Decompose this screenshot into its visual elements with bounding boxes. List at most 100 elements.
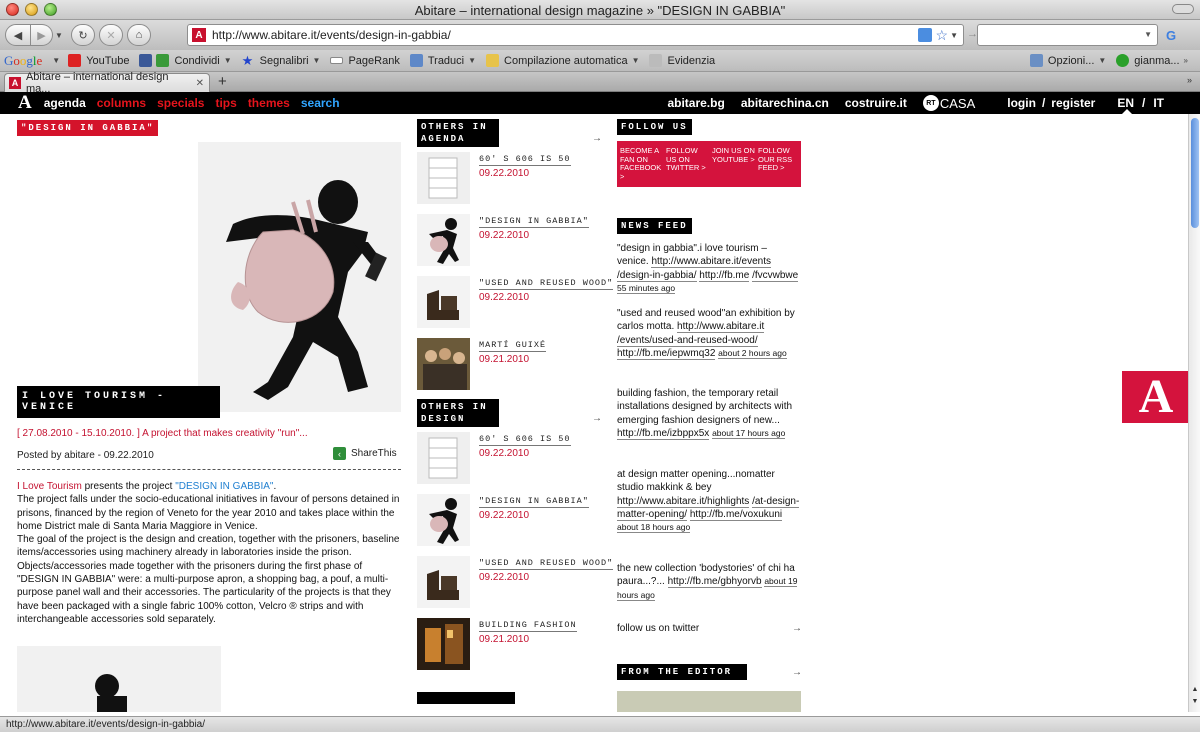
abitare-side-logo[interactable]: A [1122, 371, 1190, 423]
feed-link[interactable]: http://fb.me/iepwmq32 [617, 347, 716, 360]
nav-search[interactable]: search [301, 96, 340, 110]
related-title[interactable]: "USED AND REUSED WOOD" [479, 558, 614, 570]
related-thumbnail[interactable] [417, 338, 470, 390]
scroll-down-icon[interactable]: ▼ [1189, 698, 1200, 710]
related-item[interactable]: "DESIGN IN GABBIA" 09.22.2010 [417, 214, 597, 266]
lang-en[interactable]: EN [1117, 96, 1134, 110]
forward-button[interactable]: ▶ [31, 24, 53, 46]
arrow-right-icon[interactable]: → [592, 133, 602, 144]
youtube-follow-link[interactable]: JOIN US ON YOUTUBE > [712, 146, 756, 164]
feed-timestamp[interactable]: about 18 hours ago [617, 522, 691, 534]
follow-twitter-link[interactable]: follow us on twitter [617, 623, 699, 634]
google-logo[interactable]: Google [4, 53, 42, 69]
related-title[interactable]: 60' S 606 IS 50 [479, 154, 571, 166]
address-bar[interactable]: A http://www.abitare.it/events/design-in… [187, 24, 964, 46]
vertical-scrollbar[interactable]: ▲ ▼ [1188, 114, 1200, 712]
related-title[interactable]: MARTÍ GUIXÉ [479, 340, 547, 352]
account-menu[interactable]: gianma...» [1116, 54, 1188, 67]
design-in-gabbia-link[interactable]: "DESIGN IN GABBIA" [175, 481, 273, 492]
feed-timestamp[interactable]: 55 minutes ago [617, 282, 676, 294]
scroll-up-icon[interactable]: ▲ [1189, 686, 1200, 698]
bookmark-compilazione[interactable]: Compilazione automatica ▼ [486, 54, 639, 67]
google-search-dropdown-icon[interactable]: ▼ [52, 56, 60, 65]
abitare-logo[interactable]: A [18, 93, 32, 113]
tab-abitare[interactable]: A Abitare – international design ma... ✕ [4, 71, 210, 95]
arrow-right-icon[interactable]: → [792, 667, 802, 678]
twitter-follow-link[interactable]: FOLLOW US ON TWITTER > [666, 146, 710, 173]
link-rtcasa[interactable]: RT CASA [922, 95, 975, 111]
i-love-tourism-link[interactable]: I Love Tourism [17, 481, 82, 492]
bookmark-segnalibri[interactable]: ★ Segnalibri ▼ [242, 54, 321, 67]
related-item[interactable]: 60' S 606 IS 50 09.22.2010 [417, 152, 597, 204]
arrow-right-icon[interactable]: → [792, 623, 802, 634]
related-item[interactable]: "DESIGN IN GABBIA" 09.22.2010 [417, 494, 597, 546]
related-thumbnail[interactable] [417, 152, 470, 204]
related-thumbnail[interactable] [417, 276, 470, 328]
bookmark-traduci[interactable]: Traduci ▼ [409, 54, 476, 67]
link-costruire[interactable]: costruire.it [845, 96, 907, 110]
related-thumbnail[interactable] [417, 432, 470, 484]
bookmark-youtube[interactable]: YouTube [68, 54, 129, 67]
scrollbar-thumb[interactable] [1191, 118, 1199, 228]
feed-timestamp[interactable]: about 17 hours ago [712, 427, 786, 439]
feed-link[interactable]: http://fb.me/gbhyorvb [667, 576, 762, 589]
history-dropdown-icon[interactable]: ▼ [55, 31, 63, 40]
feed-link[interactable]: /design-in-gabbia/ [617, 269, 697, 282]
related-item[interactable]: BUILDING FASHION 09.21.2010 [417, 618, 597, 670]
login-link[interactable]: login [1007, 96, 1036, 110]
related-title[interactable]: "USED AND REUSED WOOD" [479, 278, 614, 290]
bookmark-star-icon[interactable]: ☆ [936, 27, 949, 44]
lang-it[interactable]: IT [1153, 96, 1164, 110]
bookmark-condividi[interactable]: Condividi ▼ [139, 54, 232, 67]
search-input[interactable]: ▼ [977, 24, 1158, 46]
nav-specials[interactable]: specials [157, 96, 204, 110]
url-history-dropdown-icon[interactable]: ▼ [950, 31, 958, 40]
bookmark-evidenzia[interactable]: Evidenzia [649, 54, 715, 67]
related-title[interactable]: 60' S 606 IS 50 [479, 434, 571, 446]
rss-follow-link[interactable]: FOLLOW OUR RSS FEED > [758, 146, 802, 173]
tab-list-icon[interactable]: » [1187, 75, 1192, 85]
editor-image[interactable] [617, 691, 801, 712]
article-title[interactable]: I LOVE TOURISM - VENICE [17, 386, 220, 418]
hero-image[interactable] [198, 142, 401, 412]
related-thumbnail[interactable] [417, 556, 470, 608]
related-item[interactable]: "USED AND REUSED WOOD" 09.22.2010 [417, 276, 614, 328]
feed-link[interactable]: http://www.abitare.it/events [651, 256, 771, 269]
feed-link[interactable]: http://www.abitare.it/highlights [617, 495, 750, 508]
related-title[interactable]: "DESIGN IN GABBIA" [479, 216, 589, 228]
search-engine-dropdown-icon[interactable]: ▼ [1144, 30, 1152, 39]
toolbar-toggle-button[interactable] [1172, 4, 1194, 14]
feed-link[interactable]: http://fb.me/izbppx5x [617, 427, 710, 440]
feed-link[interactable]: /events/used-and-reused-wood/ [617, 334, 758, 347]
register-link[interactable]: register [1051, 96, 1095, 110]
rss-feed-icon[interactable] [917, 28, 932, 42]
link-abitare-bg[interactable]: abitare.bg [667, 96, 724, 110]
reload-button[interactable]: ↻ [70, 24, 95, 46]
arrow-right-icon[interactable]: → [592, 413, 602, 424]
feed-link[interactable]: http://fb.me [699, 269, 750, 282]
link-abitarechina[interactable]: abitarechina.cn [741, 96, 829, 110]
home-button[interactable]: ⌂ [126, 24, 151, 46]
nav-columns[interactable]: columns [97, 96, 146, 110]
related-thumbnail[interactable] [417, 494, 470, 546]
back-button[interactable]: ◀ [5, 24, 31, 46]
second-article-image[interactable] [17, 646, 221, 712]
google-icon[interactable]: G [1166, 28, 1182, 44]
facebook-follow-link[interactable]: BECOME A FAN ON FACEBOOK > [620, 146, 664, 181]
related-item[interactable]: 60' S 606 IS 50 09.22.2010 [417, 432, 597, 484]
feed-link[interactable]: /fvcvwbwe [752, 269, 799, 282]
nav-tips[interactable]: tips [215, 96, 236, 110]
related-title[interactable]: "DESIGN IN GABBIA" [479, 496, 589, 508]
feed-timestamp[interactable]: about 2 hours ago [718, 347, 787, 359]
related-thumbnail[interactable] [417, 214, 470, 266]
new-tab-button[interactable]: + [218, 73, 227, 90]
nav-themes[interactable]: themes [248, 96, 290, 110]
close-tab-icon[interactable]: ✕ [196, 78, 204, 89]
related-item[interactable]: MARTÍ GUIXÉ 09.21.2010 [417, 338, 597, 390]
related-item[interactable]: "USED AND REUSED WOOD" 09.22.2010 [417, 556, 614, 608]
stop-button[interactable]: ✕ [98, 24, 123, 46]
options-menu[interactable]: Opzioni... ▼ [1029, 54, 1106, 67]
related-thumbnail[interactable] [417, 618, 470, 670]
feed-link[interactable]: http://fb.me/voxukuni [689, 508, 783, 521]
feed-link[interactable]: http://www.abitare.it [677, 321, 765, 334]
